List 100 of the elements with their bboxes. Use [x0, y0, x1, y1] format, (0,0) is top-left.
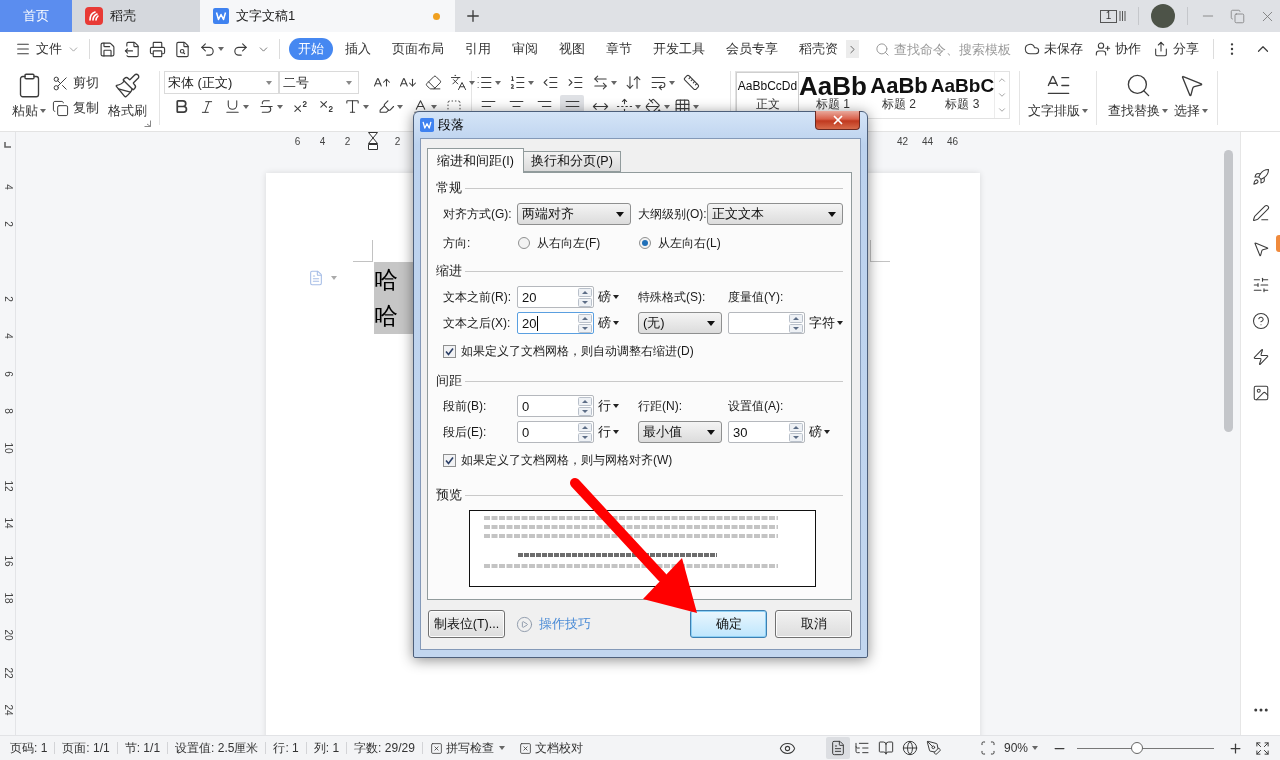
space-before-field[interactable]: 0 [517, 395, 594, 417]
spin-down-button[interactable] [578, 298, 592, 307]
rocket-icon[interactable] [1251, 168, 1270, 186]
ribbon-tab[interactable]: 页面布局 [383, 38, 453, 60]
font-name-select[interactable]: 宋体 (正文) [164, 71, 279, 94]
checkbox-icon[interactable] [443, 453, 456, 467]
checkbox-x-icon[interactable] [429, 741, 443, 755]
italic-icon[interactable] [199, 98, 215, 115]
toolbar-action-button[interactable]: 分享 [1153, 40, 1199, 58]
status-tool-button[interactable]: 文档校对 [518, 739, 583, 757]
spin-up-button[interactable] [578, 314, 592, 323]
copy-icon[interactable] [52, 99, 69, 117]
ribbon-tool-button[interactable]: 查找替换 [1105, 71, 1171, 120]
caret-icon[interactable] [824, 430, 830, 434]
ribbon-tool-button[interactable]: 选择 [1171, 71, 1211, 120]
tab-stop-icon[interactable] [4, 142, 11, 148]
numbered-list-icon[interactable] [509, 74, 526, 91]
close-button[interactable] [815, 111, 860, 130]
save-icon[interactable] [99, 40, 116, 58]
line-break-icon[interactable] [650, 74, 667, 91]
zoom-slider-thumb[interactable] [1131, 742, 1144, 754]
image-icon[interactable] [1251, 384, 1270, 402]
cloud-icon[interactable] [1024, 41, 1040, 57]
strikethrough-icon[interactable] [258, 98, 275, 115]
alignment-select[interactable]: 两端对齐 [517, 203, 631, 225]
pointer-icon[interactable] [1251, 240, 1270, 258]
format-painter-button[interactable]: 格式刷 [105, 71, 149, 120]
export-icon[interactable] [124, 40, 141, 58]
file-menu-button[interactable]: 文件 [15, 40, 80, 58]
share-icon[interactable] [1153, 41, 1169, 57]
lightning-icon[interactable] [1251, 348, 1270, 366]
undo-icon[interactable] [199, 40, 216, 58]
help-icon[interactable] [1251, 312, 1270, 330]
ribbon-tool-button[interactable]: 文字排版 [1028, 71, 1088, 120]
ruler-icon[interactable] [683, 74, 700, 91]
bullet-list-icon[interactable] [476, 74, 493, 91]
grid-align-checkbox[interactable]: 如果定义了文档网格，则与网格对齐(W) [443, 451, 673, 469]
print-icon[interactable] [149, 40, 166, 58]
unit-dropdown[interactable]: 磅 [598, 288, 619, 306]
caret-icon[interactable] [707, 429, 715, 435]
special-indent-select[interactable]: (无) [638, 312, 722, 334]
text-effect-icon[interactable] [344, 98, 361, 115]
toolbar-action-button[interactable]: 未保存 [1024, 40, 1083, 58]
caret-icon[interactable] [613, 295, 619, 299]
avatar-icon[interactable] [1151, 4, 1175, 28]
caret-icon[interactable] [616, 211, 624, 217]
plus-icon[interactable] [464, 7, 482, 25]
unit-dropdown[interactable]: 行 [598, 397, 619, 415]
ribbon-tab[interactable]: 审阅 [503, 38, 547, 60]
ribbon-tab[interactable]: 视图 [550, 38, 594, 60]
ribbon-tab[interactable]: 稻壳资 [790, 38, 847, 60]
indent-marker-icon[interactable] [367, 132, 378, 150]
print-preview-icon[interactable] [174, 40, 191, 58]
spin-down-button[interactable] [578, 433, 592, 442]
caret-icon[interactable] [613, 321, 619, 325]
cancel-button[interactable]: 取消 [775, 610, 852, 638]
unit-dropdown[interactable]: 磅 [809, 423, 830, 441]
subscript-icon[interactable] [318, 98, 335, 115]
zoom-level-dropdown[interactable]: 90% [1003, 741, 1038, 755]
user-add-icon[interactable] [1095, 41, 1111, 57]
sort-icon[interactable] [625, 74, 642, 91]
caret-icon[interactable] [707, 320, 715, 326]
radio-icon[interactable] [518, 237, 530, 249]
space-after-field[interactable]: 0 [517, 421, 594, 443]
dialog-tab[interactable]: 换行和分页(P) [523, 151, 621, 172]
scrollbar-thumb[interactable] [1224, 150, 1233, 432]
caret-icon[interactable] [613, 430, 619, 434]
line-spacing-select[interactable]: 最小值 [638, 421, 722, 443]
dialog-launcher-icon[interactable] [144, 120, 151, 127]
eraser-icon[interactable] [425, 74, 442, 91]
outline-level-select[interactable]: 正文文本 [707, 203, 843, 225]
unit-dropdown[interactable]: 字符 [809, 314, 843, 332]
app-tab[interactable]: 文字文稿1 [200, 0, 455, 32]
spin-down-button[interactable] [789, 433, 803, 442]
redo-icon[interactable] [232, 40, 249, 58]
text-direction-icon[interactable] [592, 74, 609, 91]
decrease-indent-icon[interactable] [542, 74, 559, 91]
checkbox-icon[interactable] [443, 344, 456, 358]
spin-down-button[interactable] [578, 407, 592, 416]
ribbon-tab[interactable]: 引用 [456, 38, 500, 60]
direction-option[interactable]: 从左向右(L) [639, 234, 721, 252]
indent-before-field[interactable]: 20 [517, 286, 594, 308]
spin-up-button[interactable] [789, 423, 803, 432]
ribbon-tab[interactable]: 章节 [597, 38, 641, 60]
app-tab[interactable]: 稻壳 [72, 0, 200, 32]
command-search-field[interactable]: 查找命令、搜索模板 [894, 41, 1016, 57]
radio-icon[interactable] [639, 237, 651, 249]
highlighter-icon[interactable] [378, 98, 395, 115]
toolbar-action-button[interactable]: 协作 [1095, 40, 1141, 58]
phonetic-guide-icon[interactable] [450, 74, 467, 91]
ribbon-tab[interactable]: 会员专享 [717, 38, 787, 60]
spin-down-button[interactable] [789, 324, 803, 333]
pen-icon[interactable] [1251, 204, 1270, 222]
zoom-in-icon[interactable] [1228, 740, 1243, 756]
direction-option[interactable]: 从右向左(F) [518, 234, 601, 252]
spin-up-button[interactable] [578, 288, 592, 297]
spin-down-button[interactable] [578, 324, 592, 333]
spin-up-button[interactable] [578, 397, 592, 406]
dialog-tab[interactable]: 缩进和间距(I) [427, 148, 524, 173]
checkbox-x-icon[interactable] [518, 741, 532, 755]
